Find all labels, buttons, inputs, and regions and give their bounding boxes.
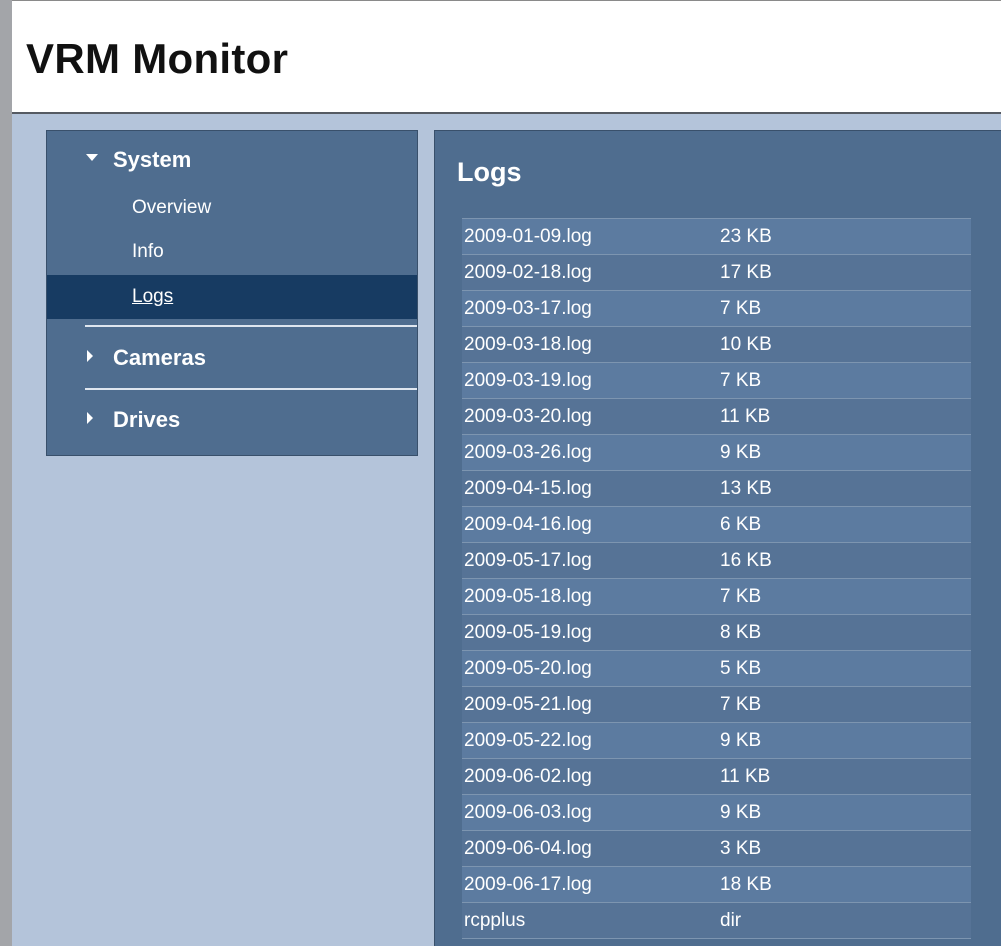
file-name-cell[interactable]: 2009-06-03.log xyxy=(462,794,718,831)
nav-group-cameras[interactable]: Cameras xyxy=(85,343,206,373)
main-panel: Logs 2009-01-09.log 23 KB 2009-02-18.log 17… xyxy=(434,130,1001,946)
file-size-cell: 9 KB xyxy=(718,722,971,759)
sidebar-item-logs[interactable]: Logs xyxy=(47,275,417,319)
app-title: VRM Monitor xyxy=(26,35,289,82)
nav-group-cameras-label: Cameras xyxy=(113,345,206,370)
file-size-cell: 11 KB xyxy=(718,398,971,435)
file-name-cell[interactable]: 2009-05-20.log xyxy=(462,650,718,687)
sidebar-item-label[interactable]: Logs xyxy=(132,286,173,308)
table-row[interactable]: 2009-05-21.log 7 KB xyxy=(462,686,971,723)
file-name-cell[interactable]: 2009-03-17.log xyxy=(462,290,718,327)
file-size-cell: 11 KB xyxy=(718,758,971,795)
table-row[interactable]: 2009-06-17.log 18 KB xyxy=(462,866,971,903)
file-size-cell: 9 KB xyxy=(718,794,971,831)
file-size-cell: 10 KB xyxy=(718,326,971,363)
triangle-right-icon xyxy=(85,411,99,425)
file-name-cell[interactable]: 2009-04-16.log xyxy=(462,506,718,543)
table-row[interactable]: 2009-05-18.log 7 KB xyxy=(462,578,971,615)
table-row[interactable]: 2009-03-17.log 7 KB xyxy=(462,290,971,327)
file-size-cell: 6 KB xyxy=(718,506,971,543)
file-size-cell: 8 KB xyxy=(718,614,971,651)
file-name-cell[interactable]: 2009-03-26.log xyxy=(462,434,718,471)
file-size-cell: 13 KB xyxy=(718,470,971,507)
file-name-cell[interactable]: 2009-03-19.log xyxy=(462,362,718,399)
triangle-down-icon xyxy=(85,153,99,163)
file-name-cell[interactable]: 2009-01-09.log xyxy=(462,218,718,255)
sidebar-item-info[interactable]: Info xyxy=(47,230,417,274)
table-row[interactable]: 2009-06-02.log 11 KB xyxy=(462,758,971,795)
nav-divider xyxy=(85,388,417,390)
file-name-cell[interactable]: 2009-03-20.log xyxy=(462,398,718,435)
table-row[interactable]: 2009-03-20.log 11 KB xyxy=(462,398,971,435)
table-row[interactable]: 2009-04-16.log 6 KB xyxy=(462,506,971,543)
file-size-cell: 17 KB xyxy=(718,254,971,291)
file-size-cell: 23 KB xyxy=(718,218,971,255)
file-name-cell[interactable]: 2009-02-18.log xyxy=(462,254,718,291)
table-row[interactable]: 2009-05-19.log 8 KB xyxy=(462,614,971,651)
file-name-cell[interactable]: 2009-06-17.log xyxy=(462,866,718,903)
file-size-cell: 7 KB xyxy=(718,686,971,723)
file-size-cell: 5 KB xyxy=(718,650,971,687)
file-name-cell[interactable]: 2009-05-17.log xyxy=(462,542,718,579)
table-row[interactable]: 2009-05-20.log 5 KB xyxy=(462,650,971,687)
file-size-cell: 16 KB xyxy=(718,542,971,579)
file-name-cell[interactable]: 2009-06-04.log xyxy=(462,830,718,867)
table-row[interactable]: 2009-05-17.log 16 KB xyxy=(462,542,971,579)
file-size-cell: 7 KB xyxy=(718,578,971,615)
sidebar-item-label: Info xyxy=(132,241,164,262)
sidebar-item-label: Overview xyxy=(132,197,212,218)
triangle-right-icon xyxy=(85,349,99,363)
table-row[interactable]: rcpplus dir xyxy=(462,902,971,939)
file-size-cell: 9 KB xyxy=(718,434,971,471)
table-row[interactable]: 2009-02-18.log 17 KB xyxy=(462,254,971,291)
table-row[interactable]: 2009-03-26.log 9 KB xyxy=(462,434,971,471)
table-row[interactable]: 2009-03-18.log 10 KB xyxy=(462,326,971,363)
file-name-cell[interactable]: 2009-06-02.log xyxy=(462,758,718,795)
log-file-table: 2009-01-09.log 23 KB 2009-02-18.log 17 KB 20… xyxy=(462,218,971,939)
file-name-cell[interactable]: 2009-05-18.log xyxy=(462,578,718,615)
file-size-cell: 7 KB xyxy=(718,290,971,327)
table-row[interactable]: 2009-06-04.log 3 KB xyxy=(462,830,971,867)
table-row[interactable]: 2009-05-22.log 9 KB xyxy=(462,722,971,759)
page-title: Logs xyxy=(457,157,522,187)
table-row[interactable]: 2009-06-03.log 9 KB xyxy=(462,794,971,831)
nav-group-system[interactable]: System xyxy=(85,145,191,175)
file-size-cell: 3 KB xyxy=(718,830,971,867)
table-row[interactable]: 2009-03-19.log 7 KB xyxy=(462,362,971,399)
file-name-cell[interactable]: 2009-05-22.log xyxy=(462,722,718,759)
window-left-border xyxy=(0,0,12,946)
file-size-cell: dir xyxy=(718,902,971,939)
app-header: VRM Monitor xyxy=(12,0,1001,114)
table-row[interactable]: 2009-01-09.log 23 KB xyxy=(462,218,971,255)
nav-group-system-label: System xyxy=(113,147,192,172)
file-name-cell[interactable]: 2009-04-15.log xyxy=(462,470,718,507)
file-size-cell: 7 KB xyxy=(718,362,971,399)
file-name-cell[interactable]: 2009-05-21.log xyxy=(462,686,718,723)
file-name-cell[interactable]: 2009-05-19.log xyxy=(462,614,718,651)
table-row[interactable]: 2009-04-15.log 13 KB xyxy=(462,470,971,507)
file-size-cell: 18 KB xyxy=(718,866,971,903)
file-name-cell[interactable]: rcpplus xyxy=(462,902,718,939)
nav-group-drives-label: Drives xyxy=(113,407,181,432)
sidebar-item-overview[interactable]: Overview xyxy=(47,186,417,230)
nav-divider xyxy=(85,325,417,327)
file-name-cell[interactable]: 2009-03-18.log xyxy=(462,326,718,363)
nav-group-drives[interactable]: Drives xyxy=(85,405,180,435)
sidebar-nav: System Overview Info Logs Cameras Drives xyxy=(46,130,418,456)
